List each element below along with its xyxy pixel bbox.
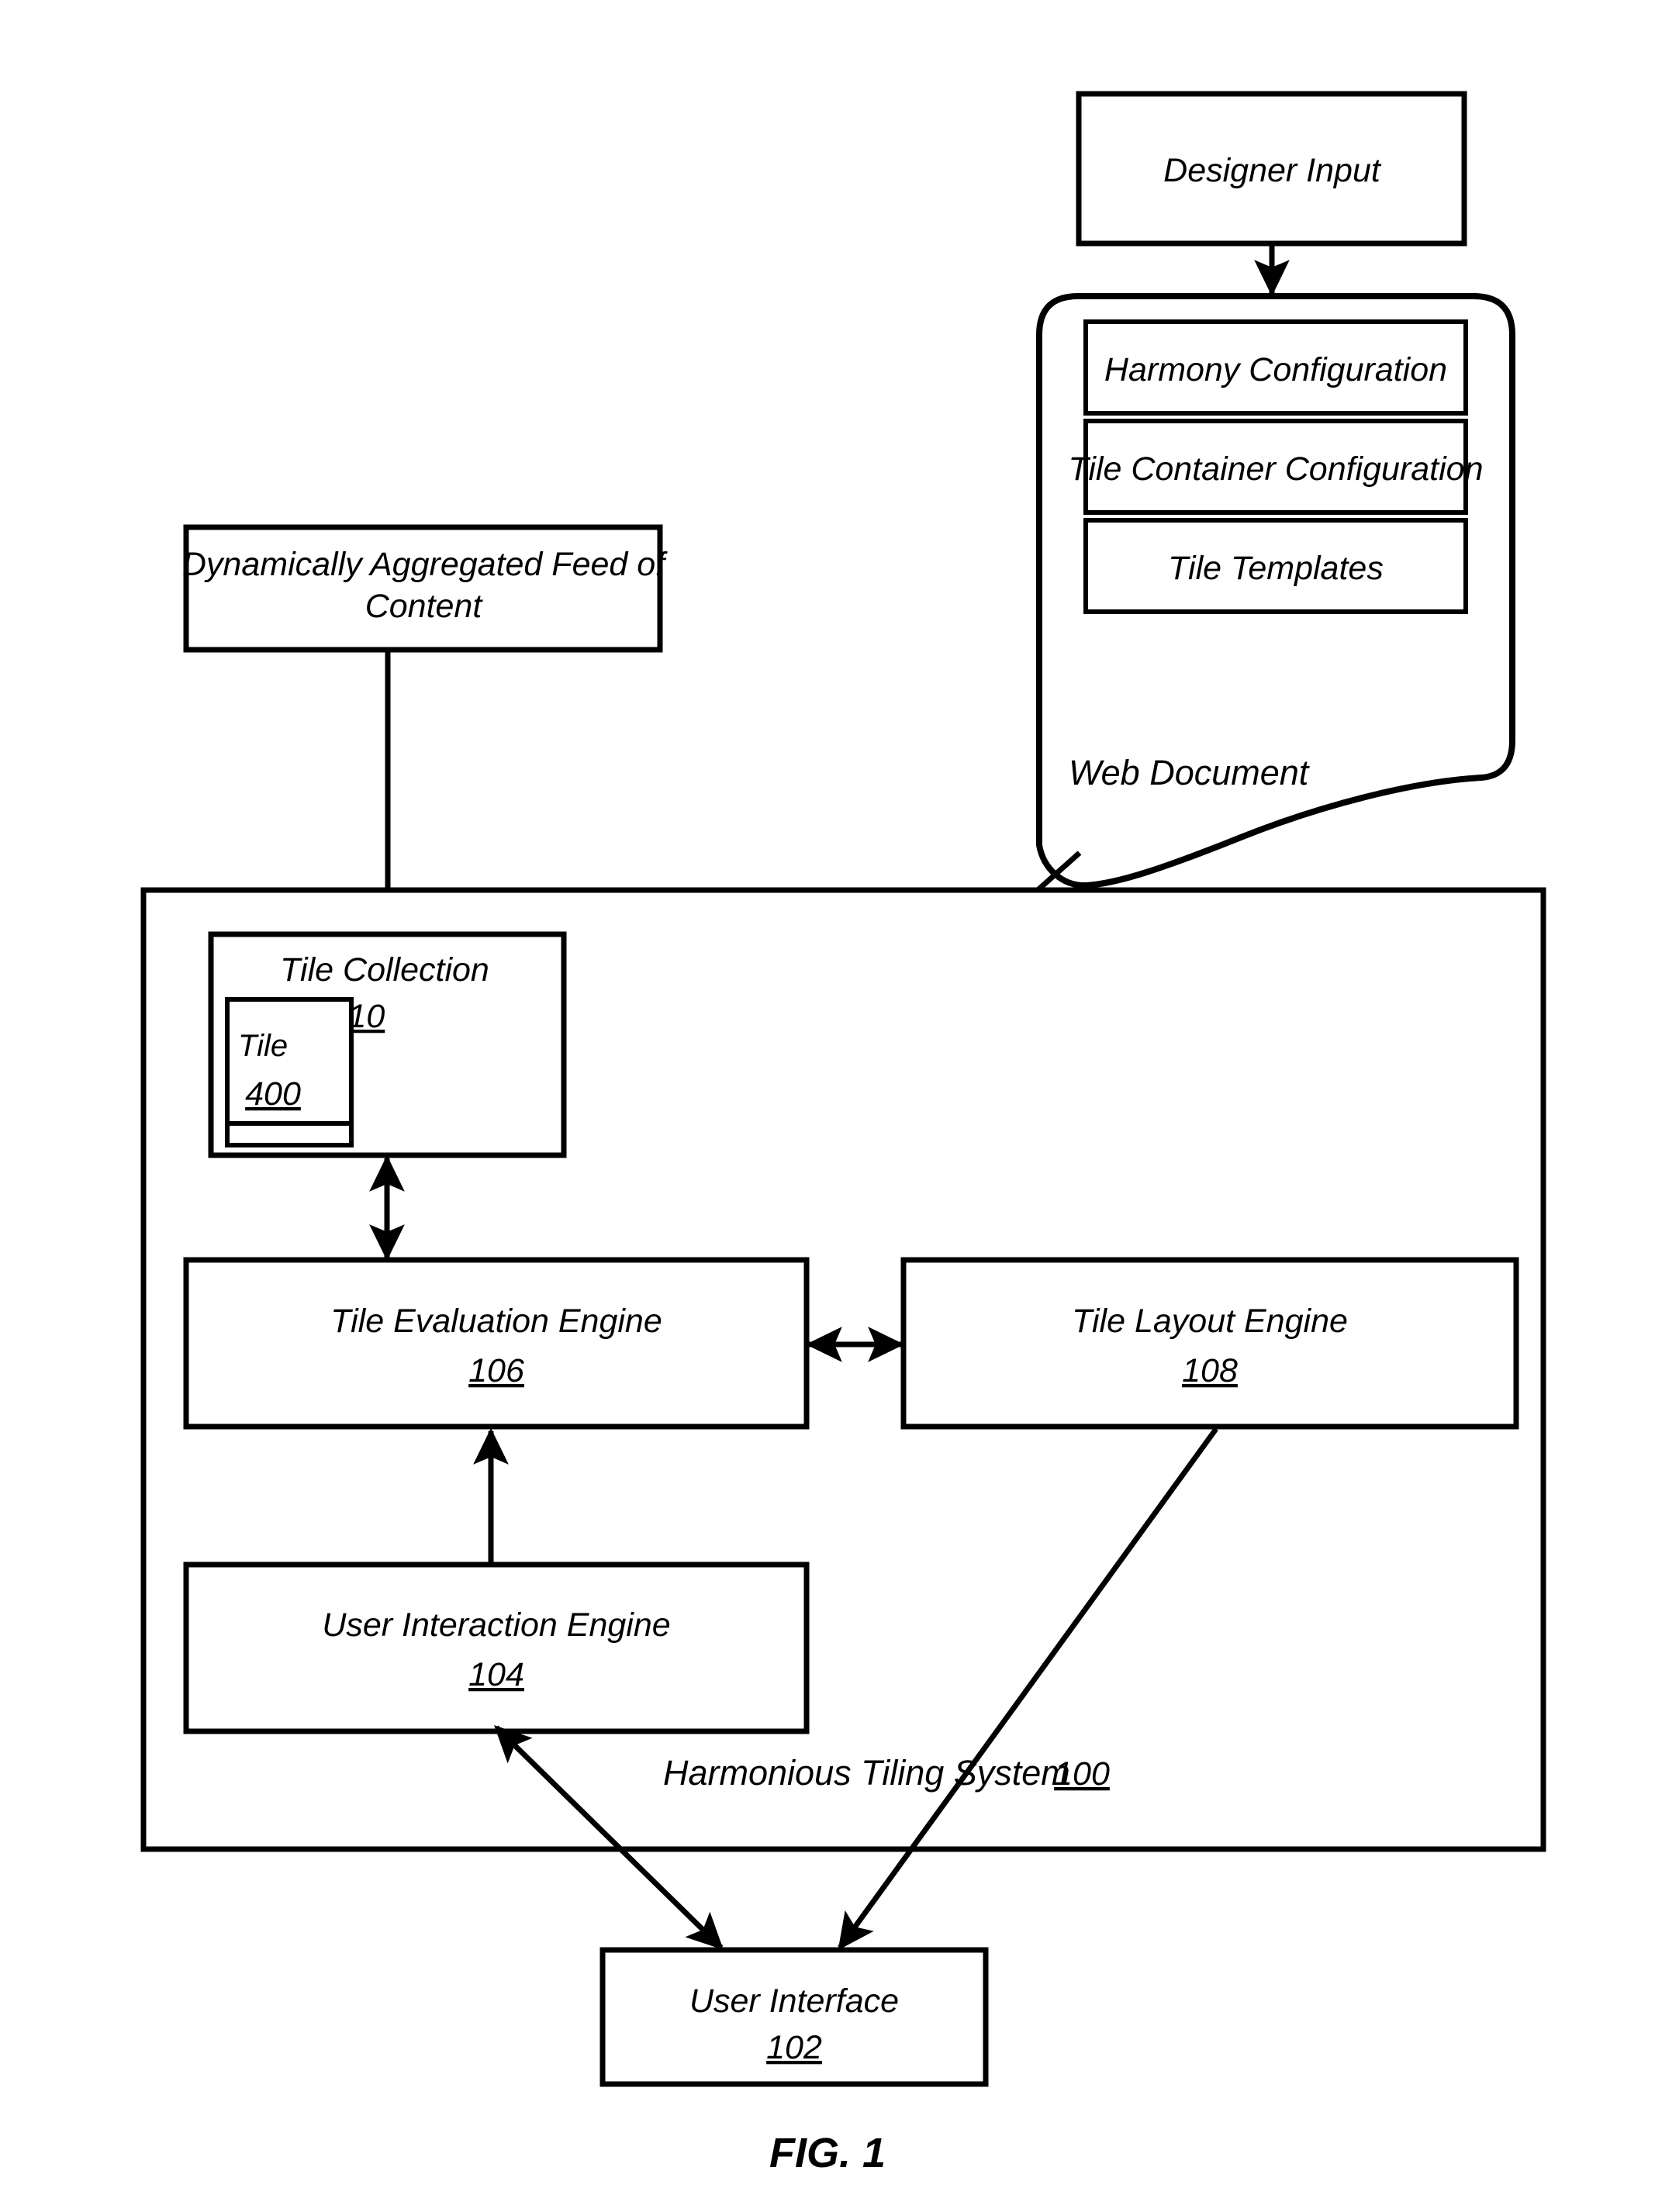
node-designer-input[interactable]: Designer Input [1076, 91, 1467, 247]
web-document-item-0-label: Harmony Configuration [1104, 351, 1447, 388]
node-dynamically-aggregated-feed[interactable]: Dynamically Aggregated Feed of Content [182, 524, 668, 653]
harmonious-tiling-system-caption: Harmonious Tiling System 100 [663, 1753, 1110, 1793]
tile-card-label: Tile [238, 1029, 288, 1063]
system-ref: 100 [1054, 1755, 1110, 1793]
feed-label-line2: Content [365, 588, 484, 625]
node-user-interface[interactable]: User Interface 102 [599, 1947, 989, 2087]
node-tile-card[interactable]: Tile 400 [225, 997, 354, 1147]
tile-layout-engine-label: Tile Layout Engine [1072, 1303, 1348, 1340]
web-document-item-1-label: Tile Container Configuration [1068, 450, 1483, 488]
designer-input-label: Designer Input [1163, 152, 1382, 189]
user-interaction-engine-label: User Interaction Engine [322, 1606, 670, 1644]
node-tile-collection[interactable]: Tile Collection 110 Tile 400 [208, 931, 567, 1158]
patent-figure-diagram: Designer Input Harmony Configuration Til… [140, 91, 1546, 2176]
user-interaction-engine-ref: 104 [468, 1656, 524, 1693]
system-label: Harmonious Tiling System [663, 1753, 1070, 1793]
tile-layout-engine-ref: 108 [1182, 1352, 1238, 1389]
tile-evaluation-engine-ref: 106 [468, 1352, 524, 1389]
figure-caption: FIG. 1 [769, 2130, 886, 2176]
web-document-item-2-label: Tile Templates [1168, 550, 1384, 587]
node-user-interaction-engine[interactable]: User Interaction Engine 104 [183, 1562, 810, 1734]
web-document-label: Web Document [1069, 753, 1311, 792]
tile-card-ref: 400 [245, 1075, 301, 1113]
user-interface-label: User Interface [689, 1983, 899, 2020]
node-tile-layout-engine[interactable]: Tile Layout Engine 108 [900, 1257, 1519, 1430]
node-tile-evaluation-engine[interactable]: Tile Evaluation Engine 106 [183, 1257, 810, 1430]
feed-label-line1: Dynamically Aggregated Feed of [182, 546, 668, 583]
tile-evaluation-engine-label: Tile Evaluation Engine [330, 1303, 662, 1340]
node-web-document[interactable]: Harmony Configuration Tile Container Con… [1036, 293, 1515, 889]
figure-root: Designer Input Harmony Configuration Til… [0, 0, 1655, 2212]
tile-collection-label: Tile Collection [280, 951, 489, 989]
user-interface-ref: 102 [766, 2029, 822, 2066]
